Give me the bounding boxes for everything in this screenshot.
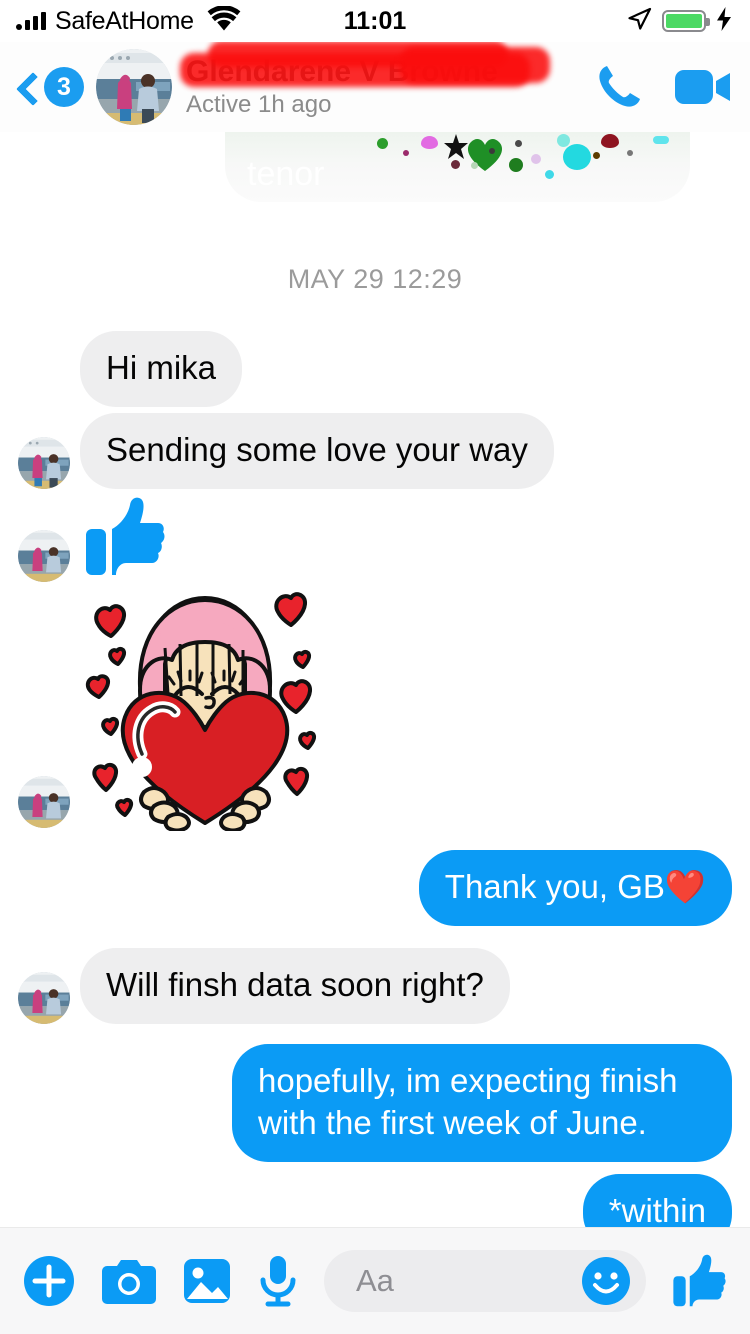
message-row: Hi mika bbox=[0, 331, 750, 407]
message-row: hopefully, im expecting finish with the … bbox=[0, 1044, 750, 1162]
girl-hugging-heart-sticker[interactable] bbox=[80, 586, 330, 836]
status-bar-right bbox=[626, 6, 732, 37]
sender-avatar[interactable] bbox=[18, 530, 70, 582]
gif-attachment[interactable]: tenor bbox=[225, 132, 690, 202]
confetti-dot bbox=[489, 148, 495, 154]
confetti-dot bbox=[557, 134, 570, 147]
message-bubble-outgoing[interactable]: *within bbox=[582, 1174, 732, 1227]
message-bubble-incoming[interactable]: Will finsh data soon right? bbox=[80, 948, 510, 1024]
conversation-timestamp: MAY 29 12:29 bbox=[287, 264, 463, 294]
thumbs-up-sticker[interactable] bbox=[84, 495, 166, 582]
contact-name: Glendarene V Browne bbox=[186, 55, 498, 88]
confetti-dot bbox=[563, 144, 591, 170]
video-call-icon[interactable] bbox=[674, 65, 732, 109]
active-status-label: Active 1h ago bbox=[186, 91, 332, 118]
message-input-placeholder: Aa bbox=[356, 1263, 394, 1298]
plus-circle-icon[interactable] bbox=[22, 1254, 76, 1308]
camera-icon[interactable] bbox=[102, 1256, 156, 1306]
message-row: Sending some love your way bbox=[0, 413, 750, 489]
phone-call-icon[interactable] bbox=[594, 62, 644, 112]
sender-avatar[interactable] bbox=[18, 972, 70, 1024]
location-arrow-icon bbox=[626, 6, 652, 37]
confetti-dot bbox=[593, 152, 600, 159]
message-input-field[interactable]: Aa bbox=[324, 1250, 646, 1312]
battery-full-icon bbox=[662, 10, 710, 32]
message-bubble-incoming[interactable]: Hi mika bbox=[80, 331, 243, 407]
smiley-face-icon[interactable] bbox=[580, 1255, 632, 1307]
message-row bbox=[0, 586, 750, 836]
confetti-dot bbox=[403, 150, 409, 156]
confetti-dot bbox=[377, 138, 388, 149]
confetti-dot bbox=[545, 170, 554, 179]
contact-info[interactable]: Glendarene V Browne Active 1h ago bbox=[180, 41, 584, 119]
contact-avatar[interactable] bbox=[96, 49, 172, 125]
confetti-dot bbox=[471, 162, 478, 169]
confetti-dot bbox=[421, 136, 438, 149]
confetti-dot bbox=[627, 150, 633, 156]
status-bar: SafeAtHome 11:01 bbox=[0, 0, 750, 42]
back-chevron-icon bbox=[14, 74, 40, 100]
confetti-dot bbox=[653, 136, 669, 144]
back-button[interactable]: 3 bbox=[14, 67, 84, 107]
tenor-watermark: tenor bbox=[247, 155, 325, 193]
photo-gallery-icon[interactable] bbox=[182, 1256, 232, 1306]
message-row: Will finsh data soon right? bbox=[0, 948, 750, 1024]
confetti-dot bbox=[515, 140, 522, 147]
confetti-dot bbox=[509, 158, 523, 172]
message-row: Thank you, GB❤️ bbox=[0, 850, 750, 926]
messenger-conversation-screen: SafeAtHome 11:01 3 Glendarene V Browne A… bbox=[0, 0, 750, 1334]
thumbs-up-icon[interactable] bbox=[672, 1253, 728, 1309]
message-thread[interactable]: tenor MAY 29 12:29 Hi mika Sending some … bbox=[0, 132, 750, 1227]
header-actions bbox=[594, 62, 732, 112]
confetti-dot bbox=[451, 160, 460, 169]
unread-count-badge: 3 bbox=[44, 67, 84, 107]
confetti-dot bbox=[601, 134, 619, 148]
message-row: *within bbox=[0, 1174, 750, 1227]
sender-avatar[interactable] bbox=[18, 437, 70, 489]
lightning-bolt-icon bbox=[716, 6, 732, 36]
message-bubble-outgoing[interactable]: Thank you, GB❤️ bbox=[418, 850, 732, 926]
conversation-header: 3 Glendarene V Browne Active 1h ago bbox=[0, 41, 750, 132]
confetti-dot bbox=[531, 154, 541, 164]
message-composer: Aa bbox=[0, 1227, 750, 1334]
microphone-icon[interactable] bbox=[258, 1254, 298, 1308]
message-bubble-incoming[interactable]: Sending some love your way bbox=[80, 413, 554, 489]
sender-avatar[interactable] bbox=[18, 776, 70, 828]
gif-attachment-row: tenor bbox=[0, 132, 750, 202]
message-row bbox=[0, 495, 750, 582]
message-bubble-outgoing[interactable]: hopefully, im expecting finish with the … bbox=[232, 1044, 732, 1162]
